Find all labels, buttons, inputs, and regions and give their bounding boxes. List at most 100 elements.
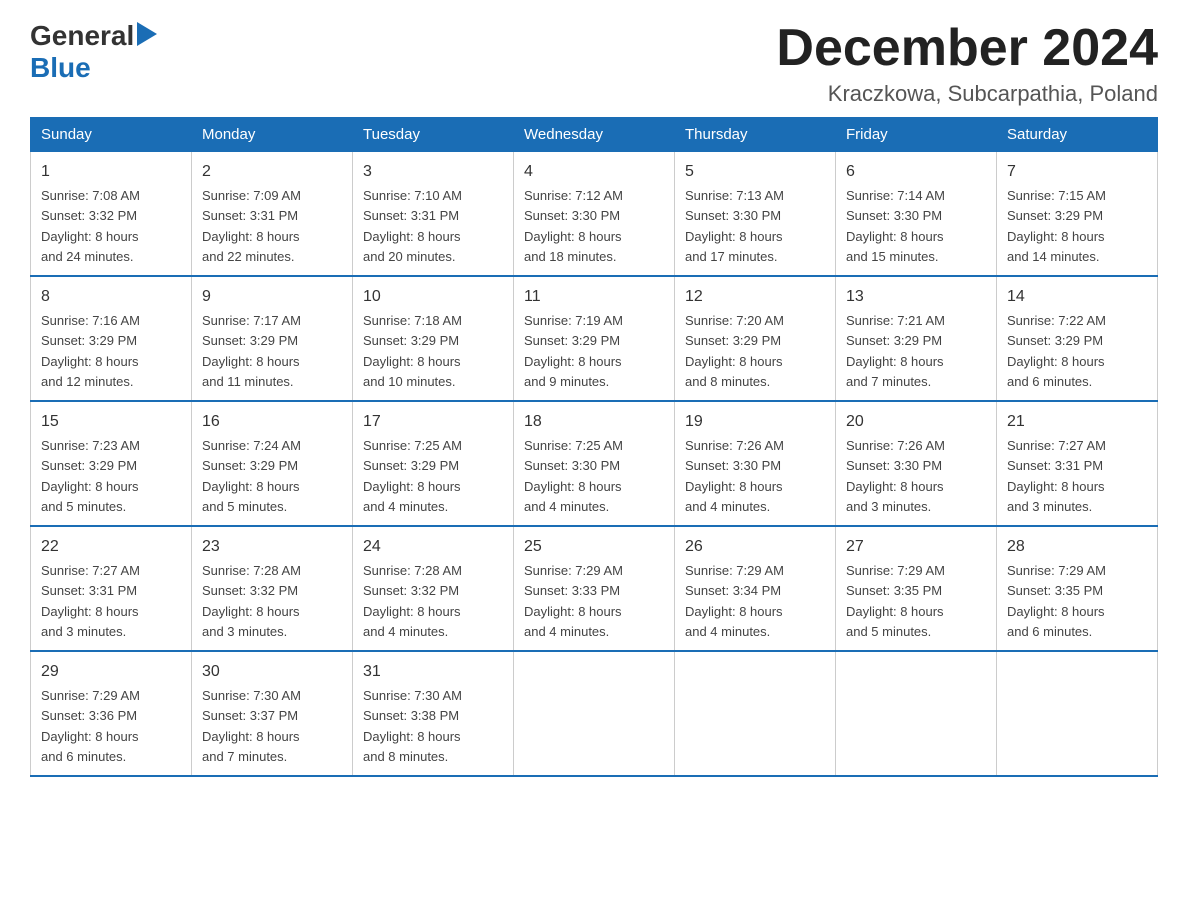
calendar-cell: 15Sunrise: 7:23 AMSunset: 3:29 PMDayligh… [31,401,192,526]
calendar-cell: 9 Sunrise: 7:17 AMSunset: 3:29 PMDaylight… [192,276,353,401]
day-number: 7 [1007,160,1147,184]
header-col-sunday: Sunday [31,118,192,152]
calendar-cell: 11Sunrise: 7:19 AMSunset: 3:29 PMDayligh… [514,276,675,401]
day-info: Sunrise: 7:17 AMSunset: 3:29 PMDaylight:… [202,313,301,389]
day-number: 24 [363,535,503,559]
day-number: 25 [524,535,664,559]
logo: General Blue [30,20,157,84]
calendar-cell: 18 Sunrise: 7:25 AMSunset: 3:30 PMDayligh… [514,401,675,526]
logo-triangle-icon [137,22,157,51]
day-number: 10 [363,285,503,309]
calendar-cell: 14 Sunrise: 7:22 AMSunset: 3:29 PMDayligh… [997,276,1158,401]
day-number: 12 [685,285,825,309]
calendar-cell: 8 Sunrise: 7:16 AMSunset: 3:29 PMDaylight… [31,276,192,401]
day-number: 3 [363,160,503,184]
day-info: Sunrise: 7:26 AMSunset: 3:30 PMDaylight:… [846,438,945,514]
calendar-cell: 6 Sunrise: 7:14 AMSunset: 3:30 PMDaylight… [836,152,997,277]
day-number: 8 [41,285,181,309]
week-row-5: 29 Sunrise: 7:29 AMSunset: 3:36 PMDayligh… [31,651,1158,776]
calendar-cell: 30 Sunrise: 7:30 AMSunset: 3:37 PMDayligh… [192,651,353,776]
day-info: Sunrise: 7:28 AMSunset: 3:32 PMDaylight:… [202,563,301,639]
header-col-thursday: Thursday [675,118,836,152]
calendar-cell: 22 Sunrise: 7:27 AMSunset: 3:31 PMDayligh… [31,526,192,651]
day-info: Sunrise: 7:13 AMSunset: 3:30 PMDaylight:… [685,188,784,264]
day-info: Sunrise: 7:27 AMSunset: 3:31 PMDaylight:… [41,563,140,639]
header-col-saturday: Saturday [997,118,1158,152]
day-info: Sunrise: 7:29 AMSunset: 3:33 PMDaylight:… [524,563,623,639]
calendar-cell: 2 Sunrise: 7:09 AMSunset: 3:31 PMDaylight… [192,152,353,277]
day-number: 17 [363,410,503,434]
day-info: Sunrise: 7:12 AMSunset: 3:30 PMDaylight:… [524,188,623,264]
calendar-cell [836,651,997,776]
day-number: 30 [202,660,342,684]
day-number: 23 [202,535,342,559]
week-row-4: 22 Sunrise: 7:27 AMSunset: 3:31 PMDayligh… [31,526,1158,651]
day-info: Sunrise: 7:25 AMSunset: 3:30 PMDaylight:… [524,438,623,514]
day-number: 9 [202,285,342,309]
day-info: Sunrise: 7:29 AMSunset: 3:36 PMDaylight:… [41,688,140,764]
page-header: General Blue December 2024 Kraczkowa, Su… [30,20,1158,107]
calendar-cell: 21 Sunrise: 7:27 AMSunset: 3:31 PMDayligh… [997,401,1158,526]
day-number: 4 [524,160,664,184]
week-row-1: 1Sunrise: 7:08 AMSunset: 3:32 PMDaylight… [31,152,1158,277]
calendar-cell [675,651,836,776]
calendar-cell: 25 Sunrise: 7:29 AMSunset: 3:33 PMDayligh… [514,526,675,651]
calendar-cell: 10Sunrise: 7:18 AMSunset: 3:29 PMDayligh… [353,276,514,401]
calendar-title: December 2024 [776,20,1158,77]
calendar-cell: 5 Sunrise: 7:13 AMSunset: 3:30 PMDaylight… [675,152,836,277]
header-col-friday: Friday [836,118,997,152]
day-number: 6 [846,160,986,184]
calendar-cell [997,651,1158,776]
calendar-table: SundayMondayTuesdayWednesdayThursdayFrid… [30,117,1158,777]
day-info: Sunrise: 7:26 AMSunset: 3:30 PMDaylight:… [685,438,784,514]
calendar-cell: 20 Sunrise: 7:26 AMSunset: 3:30 PMDayligh… [836,401,997,526]
header-col-monday: Monday [192,118,353,152]
day-info: Sunrise: 7:15 AMSunset: 3:29 PMDaylight:… [1007,188,1106,264]
calendar-header: SundayMondayTuesdayWednesdayThursdayFrid… [31,118,1158,152]
day-number: 21 [1007,410,1147,434]
logo-general-text: General [30,20,134,52]
day-number: 2 [202,160,342,184]
calendar-cell [514,651,675,776]
calendar-cell: 1Sunrise: 7:08 AMSunset: 3:32 PMDaylight… [31,152,192,277]
calendar-cell: 17Sunrise: 7:25 AMSunset: 3:29 PMDayligh… [353,401,514,526]
calendar-cell: 13 Sunrise: 7:21 AMSunset: 3:29 PMDayligh… [836,276,997,401]
week-row-2: 8 Sunrise: 7:16 AMSunset: 3:29 PMDaylight… [31,276,1158,401]
week-row-3: 15Sunrise: 7:23 AMSunset: 3:29 PMDayligh… [31,401,1158,526]
day-number: 31 [363,660,503,684]
day-info: Sunrise: 7:20 AMSunset: 3:29 PMDaylight:… [685,313,784,389]
day-number: 29 [41,660,181,684]
day-info: Sunrise: 7:29 AMSunset: 3:34 PMDaylight:… [685,563,784,639]
day-number: 15 [41,410,181,434]
day-number: 18 [524,410,664,434]
day-number: 5 [685,160,825,184]
calendar-subtitle: Kraczkowa, Subcarpathia, Poland [776,81,1158,107]
calendar-cell: 31Sunrise: 7:30 AMSunset: 3:38 PMDayligh… [353,651,514,776]
day-info: Sunrise: 7:16 AMSunset: 3:29 PMDaylight:… [41,313,140,389]
day-number: 22 [41,535,181,559]
calendar-cell: 29 Sunrise: 7:29 AMSunset: 3:36 PMDayligh… [31,651,192,776]
calendar-body: 1Sunrise: 7:08 AMSunset: 3:32 PMDaylight… [31,152,1158,777]
day-number: 28 [1007,535,1147,559]
day-number: 1 [41,160,181,184]
calendar-cell: 4 Sunrise: 7:12 AMSunset: 3:30 PMDaylight… [514,152,675,277]
calendar-cell: 27Sunrise: 7:29 AMSunset: 3:35 PMDayligh… [836,526,997,651]
day-number: 20 [846,410,986,434]
day-info: Sunrise: 7:22 AMSunset: 3:29 PMDaylight:… [1007,313,1106,389]
day-number: 14 [1007,285,1147,309]
day-info: Sunrise: 7:27 AMSunset: 3:31 PMDaylight:… [1007,438,1106,514]
day-number: 11 [524,285,664,309]
calendar-cell: 16Sunrise: 7:24 AMSunset: 3:29 PMDayligh… [192,401,353,526]
day-info: Sunrise: 7:09 AMSunset: 3:31 PMDaylight:… [202,188,301,264]
calendar-cell: 19Sunrise: 7:26 AMSunset: 3:30 PMDayligh… [675,401,836,526]
day-number: 16 [202,410,342,434]
day-number: 13 [846,285,986,309]
calendar-cell: 23 Sunrise: 7:28 AMSunset: 3:32 PMDayligh… [192,526,353,651]
logo-blue-text: Blue [30,52,91,83]
calendar-cell: 26Sunrise: 7:29 AMSunset: 3:34 PMDayligh… [675,526,836,651]
day-info: Sunrise: 7:30 AMSunset: 3:37 PMDaylight:… [202,688,301,764]
header-col-tuesday: Tuesday [353,118,514,152]
day-info: Sunrise: 7:14 AMSunset: 3:30 PMDaylight:… [846,188,945,264]
day-info: Sunrise: 7:29 AMSunset: 3:35 PMDaylight:… [846,563,945,639]
day-info: Sunrise: 7:21 AMSunset: 3:29 PMDaylight:… [846,313,945,389]
